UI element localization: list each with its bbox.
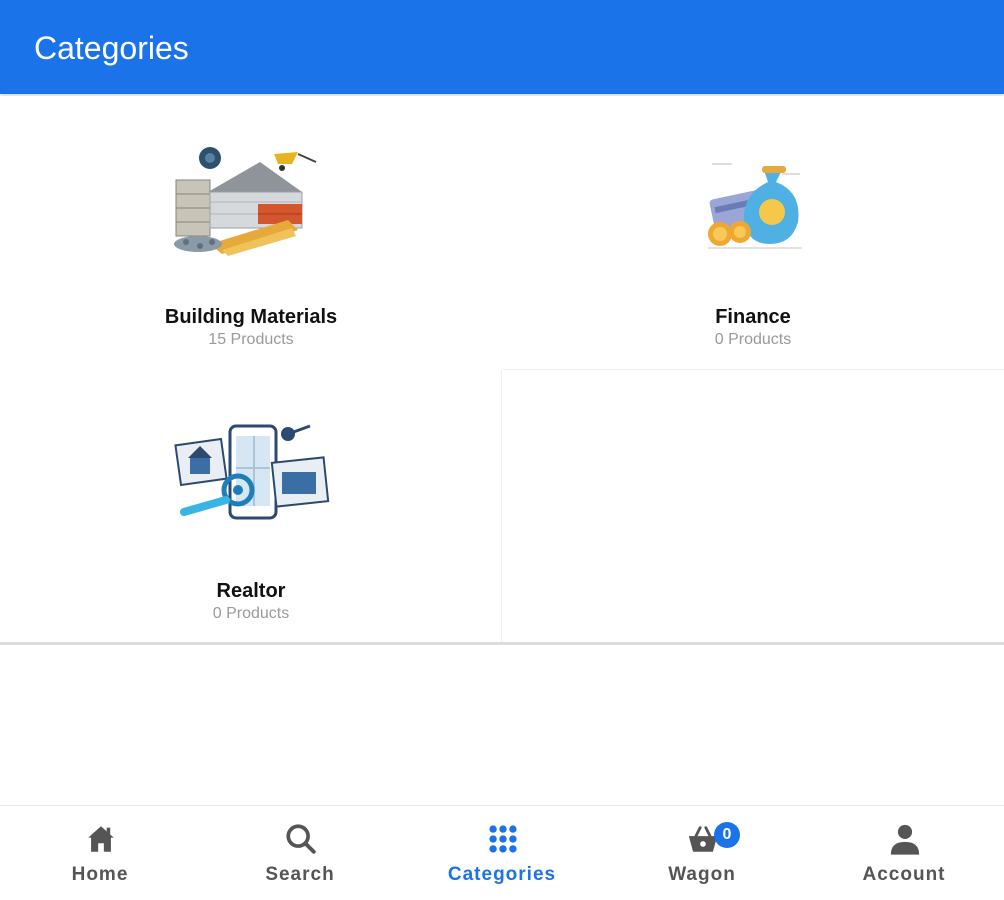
wagon-count-badge: 0 <box>714 822 740 848</box>
nav-wagon-label: Wagon <box>668 864 736 885</box>
nav-home[interactable]: Home <box>0 806 200 900</box>
nav-account[interactable]: Account <box>804 806 1004 900</box>
nav-home-label: Home <box>71 864 129 885</box>
grid-divider <box>0 642 1004 645</box>
category-product-count: 0 Products <box>714 331 792 348</box>
category-card-building-materials[interactable]: Building Materials 15 Products <box>0 96 502 370</box>
nav-account-label: Account <box>862 864 946 885</box>
category-card-finance[interactable]: Finance 0 Products <box>502 96 1004 370</box>
app-bar: Categories <box>0 0 1004 94</box>
nav-search[interactable]: Search <box>200 806 400 900</box>
home-icon <box>88 826 114 852</box>
realtor-illustration <box>174 424 330 520</box>
person-icon <box>890 824 920 855</box>
nav-search-label: Search <box>265 864 335 885</box>
category-card-realtor[interactable]: Realtor 0 Products <box>0 370 502 644</box>
category-product-count: 15 Products <box>208 331 294 348</box>
grid-icon <box>489 825 517 853</box>
page-title: Categories <box>34 30 189 66</box>
nav-wagon[interactable]: Wagon <box>602 806 802 900</box>
bottom-navigation: Home Search Categories Wagon Account <box>0 805 1004 900</box>
search-icon <box>286 824 316 854</box>
category-name: Realtor <box>216 580 286 602</box>
building-materials-illustration <box>174 147 317 256</box>
category-name: Building Materials <box>164 306 338 328</box>
category-product-count: 0 Products <box>212 605 290 622</box>
category-grid: Building Materials 15 Products Finance 0… <box>0 96 1004 646</box>
finance-illustration <box>708 163 802 249</box>
nav-categories-label: Categories <box>447 864 557 885</box>
category-name: Finance <box>715 306 791 328</box>
empty-grid-cell <box>502 370 1004 644</box>
nav-categories[interactable]: Categories <box>402 806 602 900</box>
